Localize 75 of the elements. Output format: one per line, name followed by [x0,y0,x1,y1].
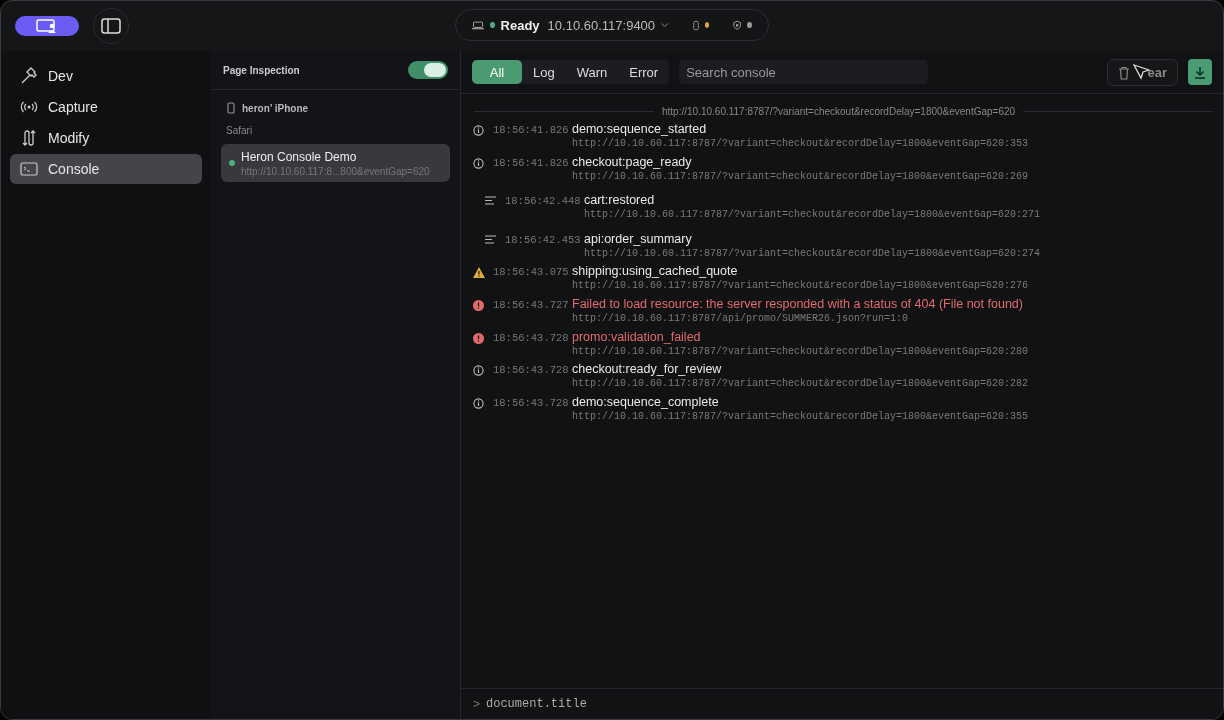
source-url: http://10.10.60.117:8787/?variant=checkout&recordDelay=1800&eventGap=620:280 [572,344,1029,359]
sidebar-item[interactable]: Console [10,154,202,184]
timestamp: 18:56:43.727 [493,297,570,311]
log-message: demo:sequence_started [572,122,708,137]
log-message: checkout:ready_for_review [572,362,723,378]
log-message: Failed to load resource: the server responded with a status of 404 (File not found) [572,296,1023,312]
source-url: http://10.10.60.117:8787/?variant=checkout&recordDelay=1800&eventGap=620:274 [584,246,1041,261]
info-icon [473,157,484,169]
status-dot [490,22,495,28]
source-url: http://10.10.60.117:8787/?variant=checkout&recordDelay=1800&eventGap=620:269 [572,169,1029,184]
log-message: cart:restored [584,193,656,209]
filter-tab[interactable]: Log [522,60,566,84]
connection-status-pill[interactable]: Ready 10.10.60.117:9400 [455,9,769,41]
lines-icon [485,196,496,206]
filter-tab[interactable]: Error [618,60,670,84]
broadcast-icon [20,100,38,114]
page-item[interactable]: Heron Console Demo http://10.10.60.117:8...800&eventGap=620 [221,144,450,182]
terminal-icon [20,162,38,176]
timestamp: 18:56:43.728 [493,330,570,344]
error-icon [473,299,484,311]
source-url: http://10.10.60.117:8787/?variant=checkout&recordDelay=1800&eventGap=620:353 [572,137,1029,151]
log-message: demo:sequence_complete [572,394,720,410]
prompt-symbol: > [473,697,480,711]
sidebar-toggle-button[interactable] [93,8,129,44]
log-message: checkout:page_ready [572,154,693,170]
proxy-status-dot [747,22,752,28]
panel-title: Page Inspection [223,64,300,76]
timestamp: 18:56:41.826 [493,123,570,136]
timestamp: 18:56:43.728 [493,395,570,409]
device-name: heron’ iPhone [242,102,309,114]
chevron-down-icon [661,22,669,28]
phone-icon [692,18,699,32]
log-message: shipping:using_cached_quote [572,264,739,280]
error-icon [473,332,484,344]
info-icon [473,125,484,136]
log-message: api:order_summary [584,231,693,247]
swap-arrows-icon [20,130,38,146]
timestamp: 18:56:42.453 [505,232,582,246]
screen-mode-button[interactable] [15,16,79,36]
timestamp: 18:56:43.075 [493,265,570,279]
timestamp: 18:56:42.448 [505,194,582,208]
browser-label: Safari [225,124,254,136]
trash-icon [1118,65,1130,80]
warning-icon [473,267,485,279]
status-label: Ready [500,17,540,33]
sidebar-item[interactable]: Modify [10,123,202,153]
sidebar-icon [101,18,121,34]
source-url: http://10.10.60.117:8787/?variant=checkout&recordDelay=1800&eventGap=620:355 [572,409,1029,424]
log-message: promo:validation_failed [572,329,702,345]
timestamp: 18:56:41.826 [493,155,570,169]
phone-icon [227,102,235,114]
page-url-divider: http://10.10.60.117:8787/?variant=checkout&recordDelay=1800&eventGap=620 [662,105,1016,117]
sidebar-item[interactable]: Capture [10,92,202,122]
download-icon [1194,65,1206,79]
hammer-icon [20,67,38,85]
filter-tab[interactable]: Warn [565,60,619,84]
page-inspection-toggle[interactable] [408,61,448,79]
console-input[interactable]: document.title [484,696,788,712]
info-icon [473,397,484,409]
source-url: http://10.10.60.117:8787/?variant=checkout&recordDelay=1800&eventGap=620:276 [572,279,1029,294]
device-status-dot [704,22,710,28]
server-address: 10.10.60.117:9400 [547,17,656,33]
screen-person-icon [36,19,58,33]
timestamp: 18:56:43.728 [493,363,570,377]
source-url: http://10.10.60.117:8787/?variant=checkout&recordDelay=1800&eventGap=620:271 [584,208,1041,223]
sidebar-item[interactable]: Dev [10,61,202,91]
download-button[interactable] [1188,59,1212,85]
source-url: http://10.10.60.117:8787/?variant=checkout&recordDelay=1800&eventGap=620:282 [572,377,1029,392]
search-field[interactable]: Search console [679,60,929,84]
shield-lock-icon [733,19,742,31]
source-url: http://10.10.60.117:8787/api/promo/SUMMER26.json?run=1:0 [572,311,910,326]
info-icon [473,365,484,377]
lines-icon [485,234,496,244]
laptop-icon [472,19,485,31]
clear-button[interactable]: ear [1107,58,1178,86]
